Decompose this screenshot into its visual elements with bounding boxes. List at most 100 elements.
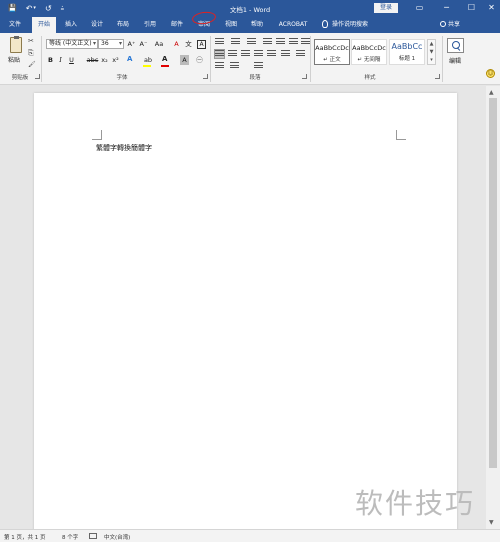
minimize-button[interactable]: ─ xyxy=(433,0,460,17)
bold-button[interactable]: B xyxy=(46,55,55,65)
margin-corner-mark xyxy=(92,130,102,140)
share-button[interactable]: 共享 xyxy=(440,17,460,33)
tab-insert[interactable]: 插入 xyxy=(59,17,83,33)
font-size-select[interactable]: 36 xyxy=(98,39,124,49)
styles-group-label: 样式 xyxy=(364,75,376,81)
sort-icon[interactable] xyxy=(301,38,310,46)
paste-icon[interactable] xyxy=(10,36,22,53)
chinese-layout-icon[interactable] xyxy=(289,38,298,46)
tab-file[interactable]: 文件 xyxy=(4,17,26,33)
feedback-smiley-icon[interactable]: ☺ xyxy=(486,69,495,78)
proofing-icon[interactable] xyxy=(89,533,97,539)
grow-font-icon[interactable]: A⁺ xyxy=(126,39,137,49)
search-icon[interactable] xyxy=(447,38,464,53)
clear-formatting-icon[interactable]: A xyxy=(172,39,181,49)
borders-icon[interactable] xyxy=(230,62,239,70)
vertical-scrollbar[interactable]: ▲ ▼ xyxy=(486,86,500,529)
ribbon-display-options-icon[interactable]: ▭ xyxy=(406,0,433,17)
align-left-icon[interactable] xyxy=(214,49,225,59)
scroll-up-icon[interactable]: ▲ xyxy=(489,89,494,96)
styles-more-icon[interactable]: ▾ xyxy=(428,56,435,64)
paragraph-launcher-icon[interactable] xyxy=(302,74,307,79)
show-marks-icon[interactable] xyxy=(296,50,305,58)
numbering-icon[interactable] xyxy=(231,38,240,46)
tell-me-search[interactable]: 操作说明搜索 xyxy=(332,17,382,33)
shading-icon[interactable] xyxy=(215,62,224,70)
highlight-icon[interactable]: ab xyxy=(143,55,153,65)
style-normal[interactable]: AaBbCcDc ↵ 正文 xyxy=(314,39,350,65)
tab-view[interactable]: 视图 xyxy=(219,17,243,33)
tab-references[interactable]: 引用 xyxy=(138,17,162,33)
language-indicator[interactable]: 中文(台湾) xyxy=(104,533,130,541)
tab-design[interactable]: 设计 xyxy=(85,17,109,33)
text-effects-icon[interactable]: A xyxy=(127,55,132,64)
distributed-icon[interactable] xyxy=(267,50,276,58)
justify-icon[interactable] xyxy=(254,50,263,58)
style-sample: AaBbCcDc xyxy=(315,44,349,52)
style-no-spacing[interactable]: AaBbCcDc ↵ 无间隔 xyxy=(351,39,387,65)
page-count[interactable]: 第 1 页，共 1 页 xyxy=(4,533,46,541)
styles-scrollbar[interactable]: ▲ ▼ ▾ xyxy=(427,39,436,65)
underline-button[interactable]: U xyxy=(67,55,76,65)
tab-help[interactable]: 帮助 xyxy=(245,17,269,33)
font-group-label: 字体 xyxy=(116,75,128,81)
format-painter-icon[interactable]: 🖌 xyxy=(28,61,36,68)
align-center-icon[interactable] xyxy=(228,50,237,58)
strikethrough-button[interactable]: abc xyxy=(86,55,99,65)
close-button[interactable]: ✕ xyxy=(478,0,500,17)
login-button[interactable]: 登录 xyxy=(374,3,398,13)
paste-button-label[interactable]: 粘贴 xyxy=(8,55,20,64)
font-color-icon[interactable]: A xyxy=(162,55,167,64)
person-icon xyxy=(440,21,446,27)
document-area: 繁體字轉換簡體字 xyxy=(0,86,486,531)
style-name: 标题 1 xyxy=(398,56,416,62)
title-bar: 💾 ↶ ▾ ↺ ⩮ 文档1 - Word 登录 ▭ ─ ☐ ✕ xyxy=(0,0,500,17)
subscript-button[interactable]: x₂ xyxy=(100,55,109,65)
editing-label[interactable]: 编辑 xyxy=(449,56,461,65)
bullets-icon[interactable] xyxy=(215,38,224,46)
status-bar: 第 1 页，共 1 页 8 个字 中文(台湾) xyxy=(0,529,500,542)
asian-layout-icon[interactable] xyxy=(254,62,263,70)
align-right-icon[interactable] xyxy=(241,50,250,58)
phonetic-guide-icon[interactable]: 文 xyxy=(184,39,193,49)
margin-corner-mark xyxy=(396,130,406,140)
change-case-icon[interactable]: Aa xyxy=(152,39,166,49)
line-spacing-icon[interactable] xyxy=(281,50,290,58)
word-count[interactable]: 8 个字 xyxy=(62,533,78,541)
document-page[interactable]: 繁體字轉換簡體字 xyxy=(34,93,457,531)
chevron-down-icon[interactable]: ▼ xyxy=(428,48,435,56)
decrease-indent-icon[interactable] xyxy=(263,38,272,46)
cut-icon[interactable]: ✂ xyxy=(28,37,34,45)
chevron-up-icon[interactable]: ▲ xyxy=(428,40,435,48)
style-heading-1[interactable]: AaBbCc 标题 1 xyxy=(389,39,425,65)
lightbulb-icon xyxy=(322,20,328,28)
italic-button[interactable]: I xyxy=(56,55,65,65)
ribbon-tabs: 文件 开始 插入 设计 布局 引用 邮件 审阅 视图 帮助 ACROBAT 操作… xyxy=(0,17,500,33)
character-shading-icon[interactable]: A xyxy=(180,55,189,65)
document-text[interactable]: 繁體字轉換簡體字 xyxy=(96,143,152,153)
increase-indent-icon[interactable] xyxy=(276,38,285,46)
superscript-button[interactable]: x² xyxy=(111,55,120,65)
scroll-down-icon[interactable]: ▼ xyxy=(489,519,494,526)
ribbon-home: 粘贴 ✂ ⎘ 🖌 剪贴板 等线 (中文正文) 36 A⁺ A⁻ Aa A 文 A… xyxy=(0,33,500,85)
tab-layout[interactable]: 布局 xyxy=(111,17,135,33)
styles-launcher-icon[interactable] xyxy=(435,74,440,79)
multilevel-list-icon[interactable] xyxy=(247,38,256,46)
shrink-font-icon[interactable]: A⁻ xyxy=(138,39,149,49)
style-sample: AaBbCcDc xyxy=(352,44,386,52)
character-border-icon[interactable]: A xyxy=(197,40,206,49)
tab-mailings[interactable]: 邮件 xyxy=(165,17,189,33)
group-divider xyxy=(41,36,42,82)
enclose-characters-icon[interactable]: ㊀ xyxy=(195,55,204,65)
highlight-color-bar xyxy=(143,65,151,67)
clipboard-launcher-icon[interactable] xyxy=(35,74,40,79)
font-name-select[interactable]: 等线 (中文正文) xyxy=(46,39,98,49)
group-divider xyxy=(310,36,311,82)
scroll-thumb[interactable] xyxy=(489,98,497,468)
copy-icon[interactable]: ⎘ xyxy=(28,49,34,58)
font-launcher-icon[interactable] xyxy=(203,74,208,79)
group-divider xyxy=(210,36,211,82)
tab-acrobat[interactable]: ACROBAT xyxy=(273,17,313,33)
tab-home[interactable]: 开始 xyxy=(32,17,56,33)
share-label: 共享 xyxy=(448,21,461,28)
